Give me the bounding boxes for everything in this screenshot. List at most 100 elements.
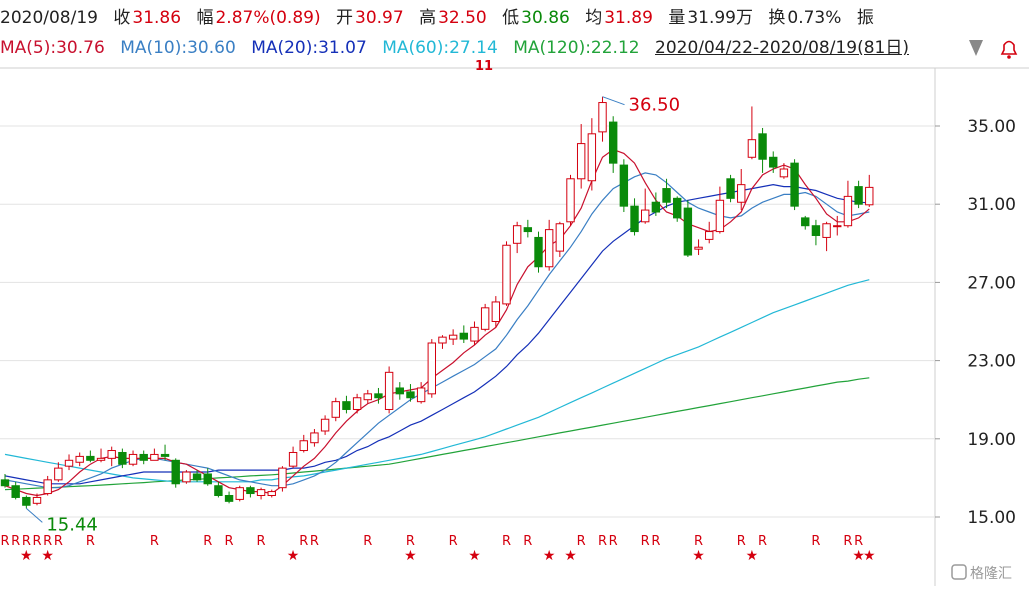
candle-body — [758, 133, 767, 160]
candle — [320, 415, 330, 435]
y-tick-label: 19.00 — [967, 430, 1016, 450]
ma120-line-group — [4, 377, 870, 491]
candle-body — [534, 236, 543, 268]
candle — [769, 151, 778, 173]
candle-body — [747, 139, 757, 158]
bell-clapper — [1007, 55, 1011, 59]
signal-r-marker: R — [737, 534, 746, 549]
y-tick-label: 27.00 — [967, 273, 1016, 293]
candle — [331, 397, 340, 422]
candle — [534, 231, 543, 273]
candle — [246, 485, 255, 498]
range-dropdown-icon[interactable] — [969, 40, 983, 56]
candle — [726, 174, 735, 203]
signal-star-marker: ★ — [746, 548, 759, 564]
signal-star-marker: ★ — [863, 548, 876, 564]
signal-r-marker: R — [32, 534, 41, 549]
candle-body — [320, 418, 330, 432]
candle-body — [32, 496, 42, 504]
candles-group — [0, 96, 874, 509]
signal-r-marker: R — [577, 534, 586, 549]
candle — [299, 434, 308, 453]
candle — [865, 174, 874, 207]
signal-markers: R R R R R R R R R R R R R R R R R R R R R R R R R R R R R★ ★ ★ ★ ★ ★ ★ ★ ★ ★★ — [0, 534, 875, 564]
candle-body — [160, 453, 170, 457]
candle-body — [491, 301, 501, 323]
ma60-line-group — [4, 279, 870, 483]
candle — [150, 448, 159, 461]
candle-body — [641, 209, 650, 223]
candle — [438, 335, 447, 349]
candle-body — [416, 387, 426, 403]
candle — [235, 485, 244, 502]
candle — [406, 384, 415, 402]
candle-body — [22, 496, 31, 506]
grid-lines — [0, 67, 1029, 586]
signal-r-marker: R — [86, 534, 95, 549]
signal-r-marker: R — [502, 534, 511, 549]
candle-body — [865, 186, 874, 206]
signal-r-marker: R — [641, 534, 650, 549]
signal-r-marker: R — [310, 534, 319, 549]
candle — [363, 389, 372, 404]
candle — [22, 495, 31, 509]
candle-body — [182, 471, 191, 483]
signal-r-marker: R — [299, 534, 308, 549]
candle-body — [737, 184, 746, 203]
candle — [566, 174, 575, 226]
watermark: 格隆汇 — [951, 564, 1012, 582]
candle — [96, 448, 106, 463]
y-tick-label: 15.00 — [967, 508, 1016, 528]
signal-star-marker: ★ — [692, 548, 705, 564]
y-tick-label: 23.00 — [967, 352, 1016, 372]
signal-r-marker: R — [225, 534, 234, 549]
candle-body — [0, 479, 10, 487]
candle-body — [267, 491, 276, 496]
signal-star-marker: ★ — [41, 548, 54, 564]
candle-body — [352, 397, 362, 410]
candle-body — [790, 162, 799, 207]
candle — [694, 239, 703, 256]
kline-chart-panel: 2020/08/19 收 31.86 幅 2.87%(0.89) 开 30.97 高3… — [0, 0, 1029, 589]
max-price-label: 36.50 — [629, 95, 681, 116]
candle — [352, 393, 362, 414]
candle-body — [801, 217, 810, 227]
candle-body — [75, 455, 84, 463]
signal-r-marker: R — [11, 534, 20, 549]
candle-body — [769, 156, 778, 168]
candle-body — [342, 401, 351, 410]
signal-r-marker: R — [811, 534, 820, 549]
candle — [673, 196, 682, 222]
signal-r-marker: R — [694, 534, 703, 549]
candle-body — [278, 467, 287, 489]
candle-body — [331, 401, 340, 418]
candle-body — [502, 244, 511, 305]
candle — [619, 159, 629, 213]
candle — [395, 382, 404, 400]
candle — [64, 454, 74, 471]
signal-r-marker: R — [598, 534, 607, 549]
top-event-marker: 11 — [475, 59, 493, 74]
candle — [267, 489, 276, 498]
signal-r-marker: R — [758, 534, 767, 549]
candle — [683, 200, 693, 257]
signal-r-marker: R — [651, 534, 660, 549]
candle — [705, 221, 714, 244]
candle-body — [811, 225, 821, 236]
candle-body — [587, 133, 597, 182]
candle — [480, 303, 490, 332]
ma10-line-group — [4, 172, 870, 489]
candle-body — [64, 459, 74, 467]
watermark-logo-icon — [951, 564, 967, 580]
signal-star-marker: ★ — [543, 548, 556, 564]
candle — [523, 219, 533, 238]
candle-body — [576, 143, 586, 180]
candle-body — [512, 225, 522, 244]
candle-body — [224, 494, 234, 502]
candle-body — [171, 459, 180, 485]
candle-body — [86, 455, 95, 461]
candle-body — [256, 489, 266, 496]
signal-r-marker: R — [257, 534, 266, 549]
signal-r-marker: R — [0, 534, 9, 549]
bell-icon[interactable] — [1000, 40, 1018, 59]
